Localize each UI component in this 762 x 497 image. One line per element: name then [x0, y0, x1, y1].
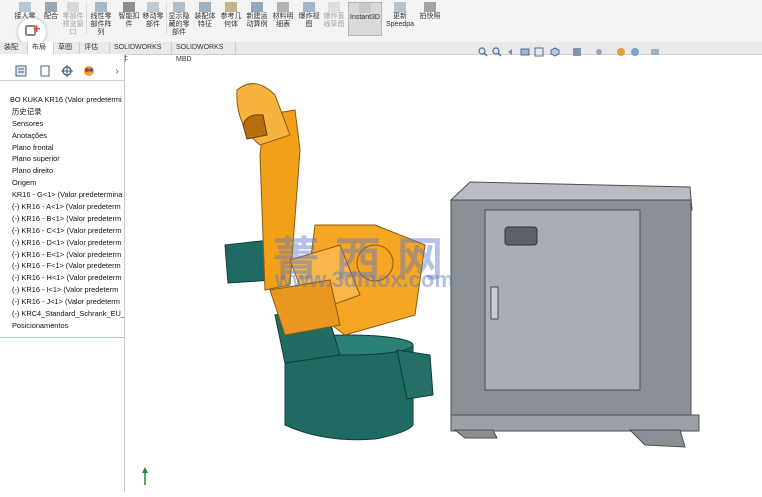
view-settings-icon[interactable]	[650, 44, 660, 55]
hide-show-items-icon[interactable]	[594, 44, 604, 55]
speedpak-icon	[394, 2, 406, 12]
preview-window-icon	[67, 2, 79, 12]
move-component-button[interactable]: 移动零部件	[142, 2, 164, 36]
tree-splitter[interactable]	[0, 337, 124, 338]
smart-fasteners-button[interactable]: 智能扣件	[118, 2, 140, 36]
exploded-view-button[interactable]: 爆炸视图	[298, 2, 320, 36]
reference-geometry-button[interactable]: 参考几何体	[220, 2, 242, 36]
explode-line-icon	[328, 2, 340, 12]
watermark-url: www.3dmox.com	[275, 267, 454, 292]
tab-sketch[interactable]: 草图	[54, 42, 80, 54]
dynamic-annotation-icon[interactable]	[534, 44, 544, 57]
panel-tabs: ›	[0, 64, 124, 81]
reference-geometry-icon	[225, 2, 237, 12]
ribbon-separator	[166, 4, 167, 34]
tree-node-component[interactable]: (-) KR16 - H<1> (Valor predeterm	[0, 272, 124, 284]
configuration-manager-tab-icon[interactable]	[60, 65, 74, 79]
heads-up-view-toolbar	[478, 43, 678, 57]
explode-line-sketch-button[interactable]: 爆炸直线草图	[322, 2, 346, 36]
tree-node-root-assembly[interactable]: BO KUKA KR16 (Valor predetermi	[0, 94, 124, 106]
assembly-features-button[interactable]: 装配体特征	[194, 2, 216, 36]
display-style-icon[interactable]	[572, 44, 582, 56]
tree-node-annotations[interactable]: Anotações	[0, 130, 124, 142]
zoom-to-fit-icon[interactable]	[478, 44, 488, 57]
tab-solidworks-mbd[interactable]: SOLIDWORKS MBD	[172, 42, 236, 63]
tree-node-origin[interactable]: Origem	[0, 177, 124, 189]
ribbon-separator	[86, 4, 87, 34]
tree-node-component[interactable]: (-) KRC4_Standard_Schrank_EU_Ec	[0, 308, 124, 320]
instant3d-button[interactable]: Instant3D	[348, 2, 382, 36]
insert-component-icon	[19, 2, 31, 12]
linear-component-pattern-button[interactable]: 线性零部件阵列	[88, 2, 114, 36]
robot-arm	[236, 83, 426, 336]
zoom-to-area-icon[interactable]	[492, 44, 502, 57]
property-manager-tab-icon[interactable]	[38, 65, 52, 79]
new-motion-study-button[interactable]: 新建运动算例	[246, 2, 268, 36]
tree-node-component[interactable]: (-) KR16 - E<1> (Valor predeterm	[0, 249, 124, 261]
view-orientation-icon[interactable]	[550, 44, 560, 57]
camera-icon	[424, 2, 436, 12]
tab-evaluate[interactable]: 评估	[80, 42, 110, 54]
edit-appearance-icon[interactable]	[616, 44, 626, 56]
bill-of-materials-button[interactable]: 材料明细表	[272, 2, 294, 36]
section-view-icon[interactable]	[520, 44, 530, 56]
feature-tree-tab-icon[interactable]	[14, 65, 28, 79]
apply-scene-icon[interactable]	[630, 44, 640, 56]
logo-plus-icon: +	[33, 21, 41, 36]
graphics-area[interactable]: 菁 西 网 www.3dmox.com	[125, 55, 762, 492]
tree-node-component[interactable]: (-) KR16 - F<1> (Valor predeterm	[0, 260, 124, 272]
show-hidden-icon	[173, 2, 185, 12]
coordinate-triad	[142, 467, 148, 485]
tree-node-component[interactable]: (-) KR16 - D<1> (Valor predeterm	[0, 237, 124, 249]
bom-icon	[277, 2, 289, 12]
tab-solidworks-addins[interactable]: SOLIDWORKS 插件	[110, 42, 172, 63]
component-preview-window-button[interactable]: 零部件预览窗口	[62, 2, 84, 36]
command-manager-ribbon: 接人零 配合 零部件预览窗口 线性零部件阵列 智能扣件 移动零部件 显示隐藏的零…	[0, 0, 762, 43]
instant3d-icon	[359, 3, 371, 13]
linear-pattern-icon	[95, 2, 107, 12]
tab-assembly[interactable]: 装配	[0, 42, 28, 54]
tree-node-component[interactable]: (-) KR16 - I<1> (Valor predeterm	[0, 284, 124, 296]
tree-node-component[interactable]: (-) KR16 - J<1> (Valor predeterm	[0, 296, 124, 308]
tree-node-sensors[interactable]: Sensores	[0, 118, 124, 130]
update-speedpak-button[interactable]: 更新 Speedpak	[386, 2, 414, 36]
control-cabinet	[449, 181, 700, 448]
take-snapshot-button[interactable]: 拍快照	[418, 2, 442, 36]
tree-node-mates[interactable]: Posicionamentos	[0, 320, 124, 332]
display-manager-tab-icon[interactable]	[82, 65, 96, 79]
tree-node-top-plane[interactable]: Plano superior	[0, 153, 124, 165]
feature-manager-panel: › BO KUKA KR16 (Valor predetermi 历史记录 Se…	[0, 54, 125, 492]
mate-icon	[45, 2, 57, 12]
tree-node-component[interactable]: (-) KR16 - A<1> (Valor predeterm	[0, 201, 124, 213]
tree-node-component[interactable]: (-) KR16 - B<1> (Valor predeterm	[0, 213, 124, 225]
exploded-view-icon	[303, 2, 315, 12]
tree-node-right-plane[interactable]: Plano direito	[0, 165, 124, 177]
tree-node-component[interactable]: KR16 - G<1> (Valor predetermina	[0, 189, 124, 201]
tree-node-history[interactable]: 历史记录	[0, 106, 124, 118]
show-hidden-components-button[interactable]: 显示隐藏的零部件	[168, 2, 190, 36]
tab-layout[interactable]: 布局	[28, 42, 54, 54]
smart-fastener-icon	[123, 2, 135, 12]
feature-tree: BO KUKA KR16 (Valor predetermi 历史记录 Sens…	[0, 94, 124, 332]
previous-view-icon[interactable]	[506, 44, 516, 55]
motion-study-icon	[251, 2, 263, 12]
move-component-icon	[147, 2, 159, 12]
tree-node-component[interactable]: (-) KR16 - C<1> (Valor predeterm	[0, 225, 124, 237]
assembly-feature-icon	[199, 2, 211, 12]
panel-expand-icon[interactable]: ›	[110, 65, 124, 79]
tree-node-front-plane[interactable]: Plano frontal	[0, 142, 124, 154]
